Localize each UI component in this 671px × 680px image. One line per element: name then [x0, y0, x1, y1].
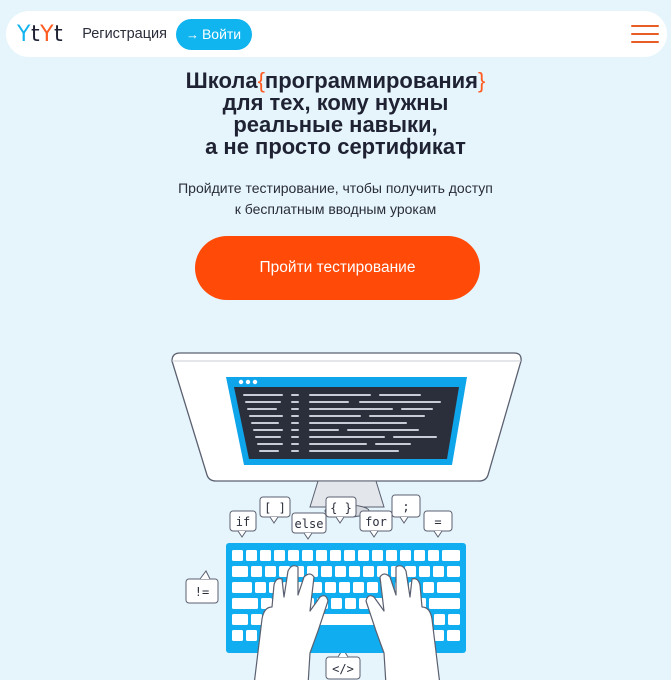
svg-text:else: else — [295, 517, 324, 531]
bubble-semicolon: ; — [391, 494, 421, 524]
title-line-4: а не просто сертификат — [205, 134, 466, 159]
register-link[interactable]: Регистрация — [82, 26, 167, 42]
bubble-if: if — [229, 510, 257, 538]
bubble-equals: = — [423, 510, 453, 538]
bubble-else: else — [291, 512, 327, 540]
bubble-brackets: [ ] — [259, 496, 291, 524]
logo-letter-4: t — [54, 21, 64, 47]
login-button-label: Войти — [201, 26, 242, 42]
subtitle-line-1: Пройдите тестирование, чтобы получить до… — [178, 180, 493, 196]
brace-close: } — [478, 68, 486, 93]
logo-letter-3: Y — [40, 21, 55, 47]
svg-text:;: ; — [402, 500, 409, 514]
svg-text:=: = — [434, 515, 441, 529]
svg-text:!=: != — [195, 585, 209, 599]
take-test-button[interactable]: Пройти тестирование — [195, 236, 480, 300]
bubble-not-equals: != — [185, 570, 219, 604]
bubble-braces: { } — [325, 496, 357, 524]
logo-letter-1: Y — [17, 21, 31, 47]
svg-text:if: if — [236, 515, 250, 529]
svg-text:for: for — [365, 515, 387, 529]
hero-title: Школа{программирования} для тех, кому ну… — [0, 70, 671, 158]
ytyt-logo[interactable]: YtYt — [17, 22, 63, 47]
svg-text:{ }: { } — [330, 501, 352, 515]
arrow-right-icon: → — [185, 26, 199, 42]
bubble-code-tag: </> — [325, 648, 361, 680]
hero-subtitle: Пройдите тестирование, чтобы получить до… — [0, 178, 671, 220]
login-button[interactable]: → Войти — [175, 18, 253, 50]
subtitle-line-2: к бесплатным вводным урокам — [234, 201, 437, 217]
hamburger-menu-icon[interactable] — [631, 23, 659, 45]
svg-text:</>: </> — [332, 662, 354, 676]
logo-letter-2: t — [30, 21, 41, 47]
top-nav-bar: YtYt Регистрация → Войти — [6, 11, 667, 57]
svg-text:[ ]: [ ] — [264, 501, 286, 515]
bubble-for: for — [359, 510, 393, 538]
computer-coding-illustration: if [ ] else { } for ; = != </> — [171, 352, 522, 680]
